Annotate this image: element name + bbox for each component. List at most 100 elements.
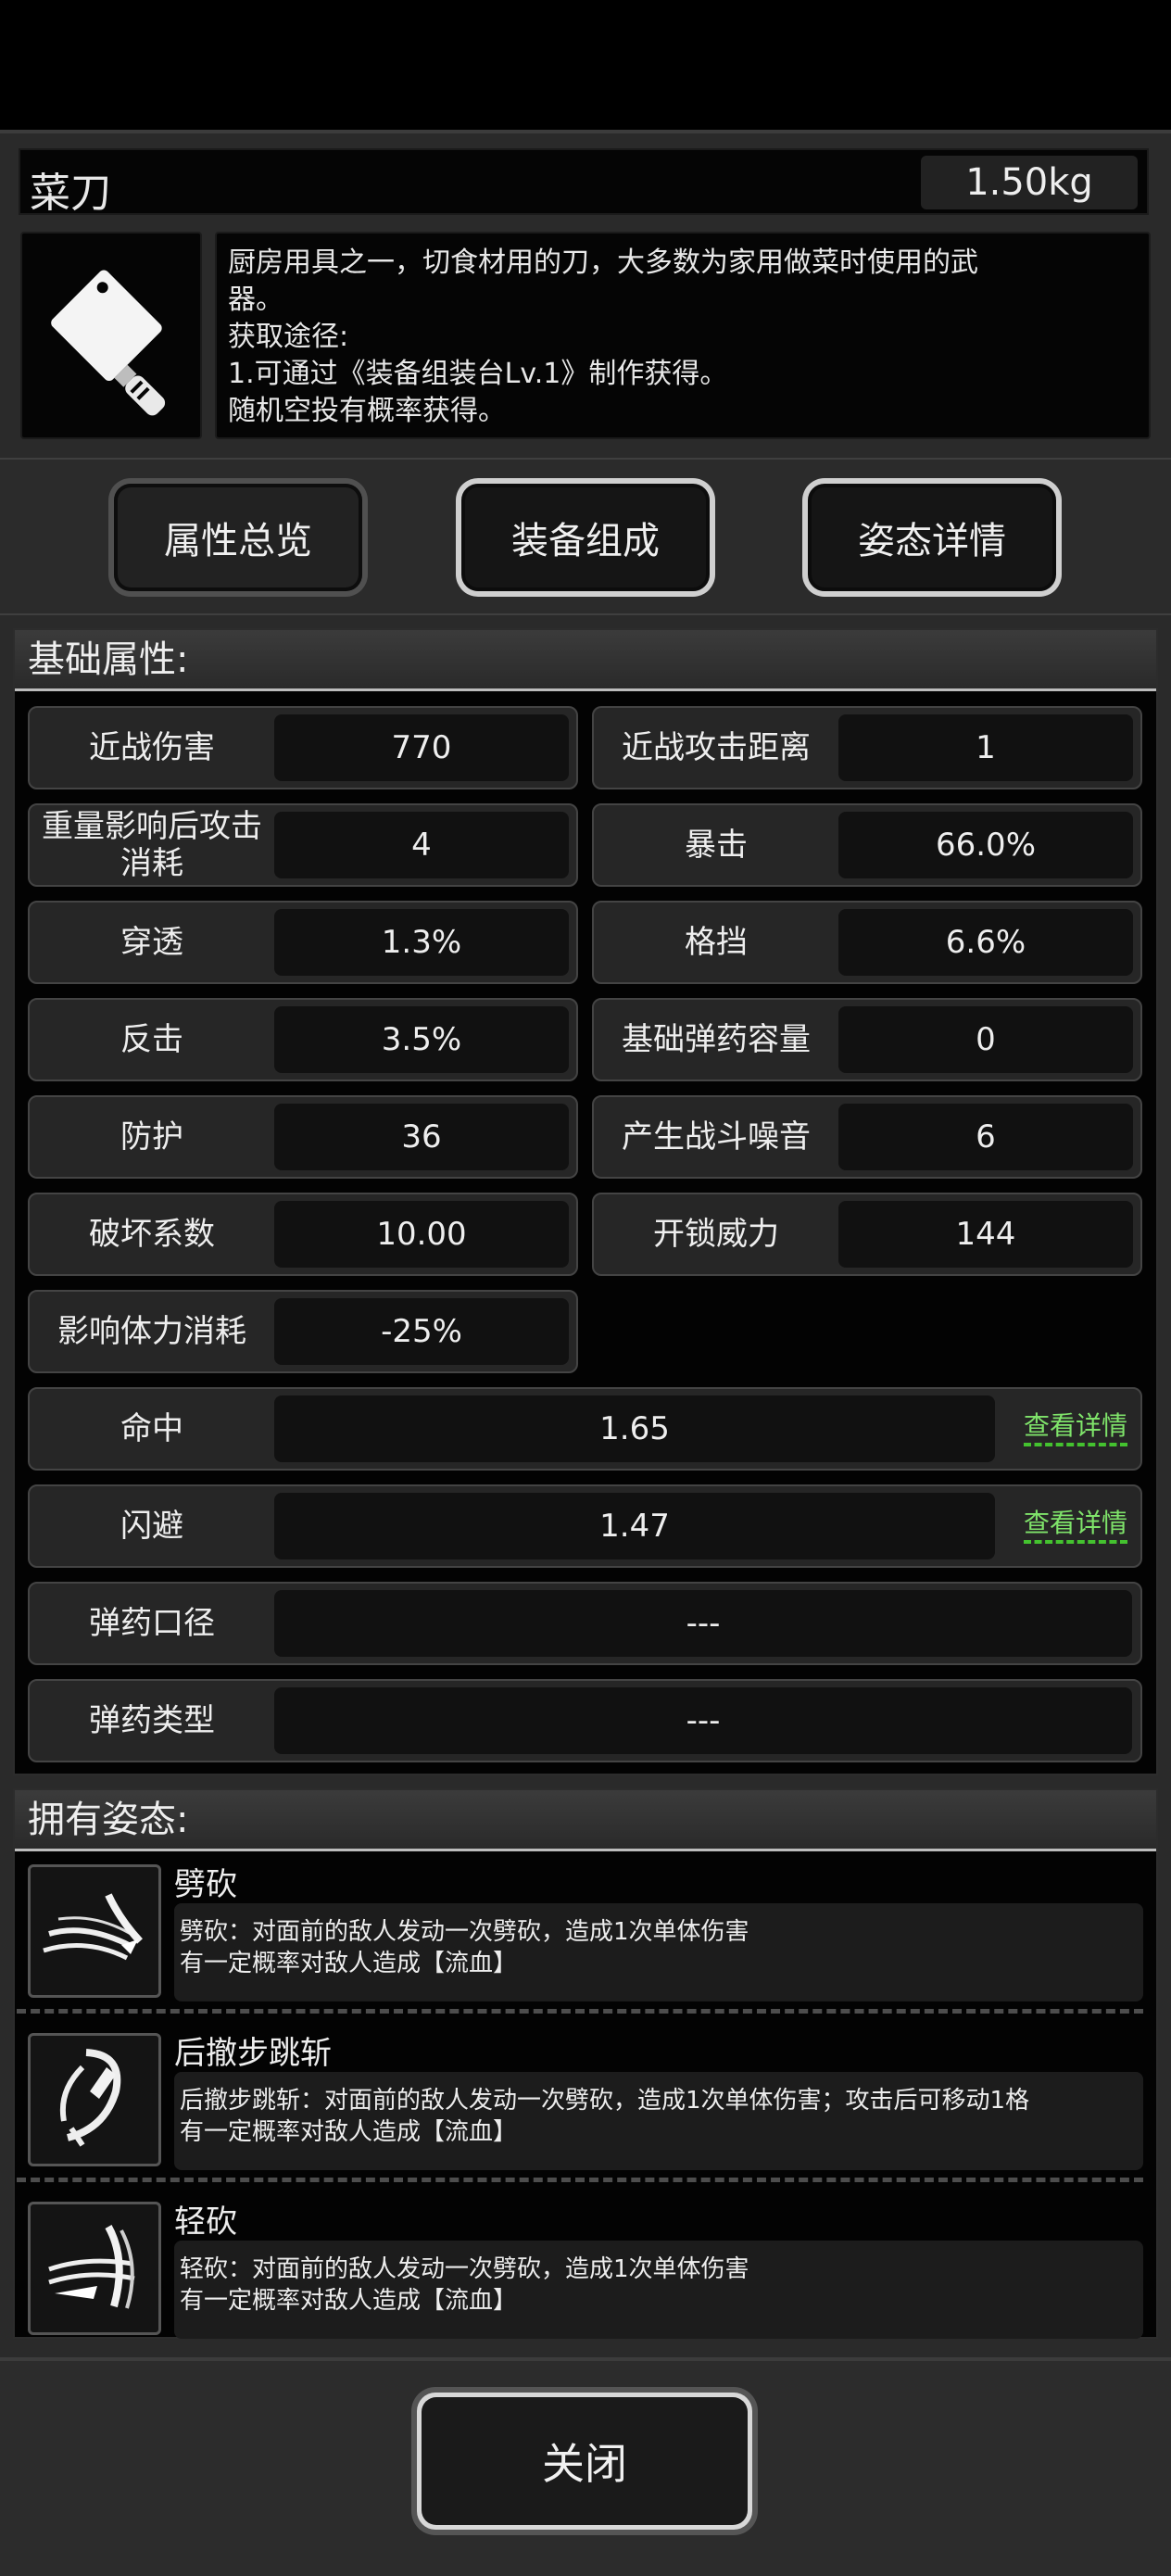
description-line: 器。 — [228, 284, 283, 316]
posture-item[interactable]: 后撤步跳斩 后撤步跳斩：对面前的敌人发动一次劈砍，造成1次单体伤害；攻击后可移动… — [17, 2020, 1143, 2176]
posture-desc-line: 轻砍：对面前的敌人发动一次劈砍，造成1次单体伤害 — [180, 2255, 749, 2283]
posture-description: 轻砍：对面前的敌人发动一次劈砍，造成1次单体伤害 有一定概率对敌人造成【流血】 — [174, 2241, 1143, 2339]
posture-desc-line: 有一定概率对敌人造成【流血】 — [180, 1950, 518, 1977]
stat-label: 基础弹药容量 — [622, 1021, 811, 1058]
stat-destruction-coefficient: 破坏系数 10.00 — [28, 1193, 578, 1276]
posture-image — [28, 2202, 161, 2335]
stat-critical: 暴击 66.0% — [592, 803, 1142, 887]
stat-label: 弹药类型 — [89, 1702, 215, 1739]
stat-label: 防护 — [120, 1118, 183, 1155]
stat-label: 反击 — [120, 1021, 183, 1058]
stat-value: 66.0% — [838, 812, 1133, 878]
stat-label: 弹药口径 — [89, 1605, 215, 1642]
stat-value: 1.47 — [274, 1493, 995, 1559]
close-button-label: 关闭 — [422, 2397, 748, 2525]
tab-label: 姿态详情 — [808, 484, 1056, 591]
stat-value: 144 — [838, 1201, 1133, 1268]
stat-label: 破坏系数 — [89, 1216, 215, 1253]
item-title-bar: 菜刀 1.50kg — [19, 148, 1149, 217]
stat-label: 近战攻击距离 — [622, 729, 811, 766]
stat-label: 影响体力消耗 — [57, 1313, 246, 1350]
stat-value: 1.3% — [274, 909, 569, 976]
stat-melee-range: 近战攻击距离 1 — [592, 706, 1142, 789]
tab-label: 属性总览 — [114, 484, 362, 591]
stat-penetration: 穿透 1.3% — [28, 901, 578, 984]
stat-ammo-type: 弹药类型 --- — [28, 1679, 1142, 1762]
tab-label: 装备组成 — [461, 484, 710, 591]
stat-label: 格挡 — [685, 924, 748, 961]
posture-description: 劈砍：对面前的敌人发动一次劈砍，造成1次单体伤害 有一定概率对敌人造成【流血】 — [174, 1903, 1143, 2001]
item-name: 菜刀 — [30, 170, 111, 217]
chop-slash-icon — [43, 1893, 143, 1961]
posture-description: 后撤步跳斩：对面前的敌人发动一次劈砍，造成1次单体伤害；攻击后可移动1格 有一定… — [174, 2072, 1143, 2170]
tabs-bar: 属性总览 装备组成 姿态详情 — [0, 458, 1171, 615]
stat-lockpick-power: 开锁威力 144 — [592, 1193, 1142, 1276]
stat-label: 命中 — [120, 1410, 183, 1447]
stat-stamina-cost: 影响体力消耗 -25% — [28, 1290, 578, 1373]
tab-posture-details[interactable]: 姿态详情 — [802, 478, 1062, 597]
backstep-jump-slash-icon — [59, 2049, 121, 2147]
close-button-border: 关闭 — [417, 2393, 752, 2530]
close-button[interactable]: 关闭 — [411, 2387, 758, 2535]
posture-desc-line: 后撤步跳斩：对面前的敌人发动一次劈砍，造成1次单体伤害；攻击后可移动1格 — [180, 2087, 1030, 2115]
posture-desc-line: 劈砍：对面前的敌人发动一次劈砍，造成1次单体伤害 — [180, 1918, 749, 1946]
stat-value: 6 — [838, 1104, 1133, 1170]
stat-evasion: 闪避 1.47 查看详情 — [28, 1484, 1142, 1568]
stat-value: 4 — [274, 812, 569, 878]
description-line: 厨房用具之一，切食材用的刀，大多数为家用做菜时使用的武 — [228, 246, 978, 279]
section-title: 基础属性: — [15, 630, 1156, 691]
stat-base-ammo-capacity: 基础弹药容量 0 — [592, 998, 1142, 1081]
stat-label: 重量影响后攻击消耗 — [42, 808, 262, 882]
stat-label: 开锁威力 — [653, 1216, 779, 1253]
stat-ammo-caliber: 弹药口径 --- — [28, 1582, 1142, 1665]
stat-label: 产生战斗噪音 — [622, 1118, 811, 1155]
stat-value: 770 — [274, 714, 569, 781]
stat-value: 1 — [838, 714, 1133, 781]
stat-value: 6.6% — [838, 909, 1133, 976]
posture-item[interactable]: 轻砍 轻砍：对面前的敌人发动一次劈砍，造成1次单体伤害 有一定概率对敌人造成【流… — [17, 2189, 1143, 2344]
posture-divider — [17, 2009, 1143, 2014]
posture-name: 后撤步跳斩 — [174, 2035, 332, 2072]
posture-desc-line: 有一定概率对敌人造成【流血】 — [180, 2287, 518, 2315]
item-weight: 1.50kg — [921, 156, 1138, 209]
stat-combat-noise: 产生战斗噪音 6 — [592, 1095, 1142, 1179]
stat-value: 36 — [274, 1104, 569, 1170]
cleaver-icon — [51, 270, 166, 416]
posture-image — [28, 1864, 161, 1998]
stat-value: --- — [274, 1687, 1132, 1754]
posture-divider — [17, 2178, 1143, 2182]
stat-label: 暴击 — [685, 827, 748, 864]
description-line: 1.可通过《装备组装台Lv.1》制作获得。 — [228, 358, 728, 390]
posture-item[interactable]: 劈砍 劈砍：对面前的敌人发动一次劈砍，造成1次单体伤害 有一定概率对敌人造成【流… — [17, 1851, 1143, 2007]
item-icon-frame — [20, 232, 202, 439]
stat-label: 穿透 — [120, 924, 183, 961]
stat-protection: 防护 36 — [28, 1095, 578, 1179]
stat-label: 闪避 — [120, 1508, 183, 1545]
light-slash-icon — [48, 2225, 135, 2309]
stat-counter: 反击 3.5% — [28, 998, 578, 1081]
tab-attribute-overview[interactable]: 属性总览 — [108, 478, 368, 597]
accuracy-view-details-link[interactable]: 查看详情 — [1023, 1409, 1127, 1446]
status-bar-area — [0, 0, 1171, 130]
stat-value: 0 — [838, 1006, 1133, 1073]
stat-melee-damage: 近战伤害 770 — [28, 706, 578, 789]
section-title: 拥有姿态: — [15, 1790, 1156, 1851]
posture-name: 劈砍 — [174, 1866, 237, 1903]
tab-equipment-composition[interactable]: 装备组成 — [456, 478, 715, 597]
stat-value: --- — [274, 1590, 1132, 1657]
stat-label: 近战伤害 — [89, 729, 215, 766]
description-line: 获取途径: — [228, 321, 349, 353]
posture-image — [28, 2033, 161, 2166]
description-line: 随机空投有概率获得。 — [228, 395, 506, 427]
stat-accuracy: 命中 1.65 查看详情 — [28, 1387, 1142, 1471]
stat-value: 10.00 — [274, 1201, 569, 1268]
posture-desc-line: 有一定概率对敌人造成【流血】 — [180, 2118, 518, 2146]
stat-value: 3.5% — [274, 1006, 569, 1073]
stat-weight-attack-cost: 重量影响后攻击消耗 4 — [28, 803, 578, 887]
posture-name: 轻砍 — [174, 2203, 237, 2241]
stat-block: 格挡 6.6% — [592, 901, 1142, 984]
stat-value: -25% — [274, 1298, 569, 1365]
item-description: 厨房用具之一，切食材用的刀，大多数为家用做菜时使用的武 器。 获取途径: 1.可… — [215, 232, 1151, 439]
stat-value: 1.65 — [274, 1395, 995, 1462]
evasion-view-details-link[interactable]: 查看详情 — [1023, 1507, 1127, 1544]
